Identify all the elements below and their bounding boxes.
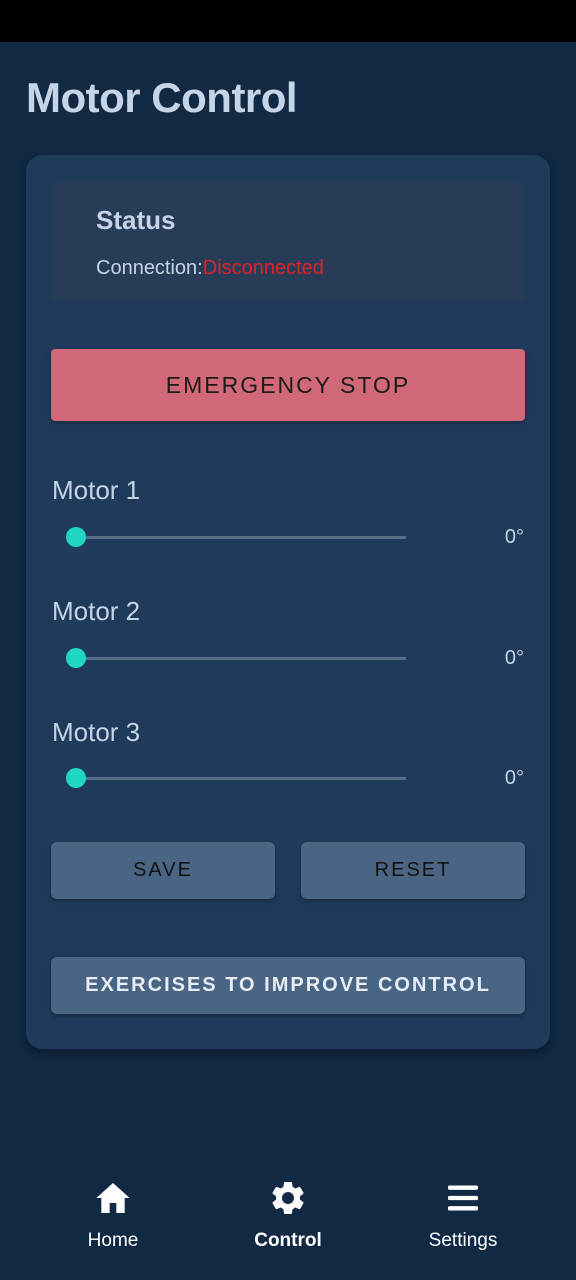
page-title: Motor Control [26,74,298,121]
gear-icon [272,1182,304,1214]
connection-status: Connection:Disconnected [96,257,324,280]
motor-1-slider[interactable] [66,527,406,547]
motor-3-slider[interactable] [66,768,406,788]
bottom-navigation: Home Control Settings [0,1160,576,1280]
motor-2-slider-thumb[interactable] [66,648,86,668]
nav-label-home: Home [87,1230,139,1251]
motor-3-slider-thumb[interactable] [66,768,86,788]
connection-value: Disconnected [202,257,324,279]
connection-label: Connection: [96,257,203,279]
save-button[interactable]: SAVE [51,842,275,899]
status-heading: Status [96,205,176,235]
nav-label-settings: Settings [428,1230,498,1251]
emergency-stop-button[interactable]: EMERGENCY STOP [51,349,525,421]
nav-item-control[interactable]: Control [218,1178,358,1252]
nav-label-control: Control [254,1230,322,1251]
nav-item-settings[interactable]: Settings [393,1178,533,1252]
motor-2-label: Motor 2 [52,596,141,626]
motor-2-slider[interactable] [66,648,406,668]
motor-1-slider-thumb[interactable] [66,527,86,547]
nav-item-home[interactable]: Home [43,1178,183,1252]
home-icon [96,1183,130,1213]
control-card: Status Connection:Disconnected EMERGENCY… [26,155,550,1049]
motor-3-label: Motor 3 [52,717,141,747]
status-panel: Status Connection:Disconnected [52,181,524,301]
motor-1-label: Motor 1 [52,475,141,505]
system-status-bar [0,0,576,42]
reset-button[interactable]: RESET [301,842,525,899]
menu-icon [448,1185,478,1211]
motor-1-value: 0° [504,526,524,548]
motor-2-value: 0° [504,647,524,669]
exercises-button[interactable]: EXERCISES TO IMPROVE CONTROL [51,957,525,1014]
motor-3-value: 0° [504,767,524,789]
